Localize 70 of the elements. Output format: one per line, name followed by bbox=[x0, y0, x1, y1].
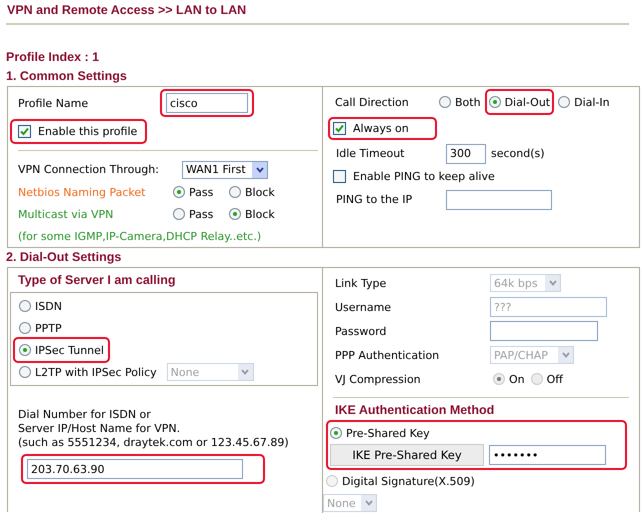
field-label: (such as 5551234, draytek.com or 123.45.67.89) bbox=[18, 436, 290, 450]
field-label: Netbios Naming Packet bbox=[18, 186, 146, 198]
radio-button[interactable] bbox=[488, 96, 501, 108]
radio-button[interactable] bbox=[19, 300, 31, 312]
idle-timeout-field[interactable]: 300 bbox=[446, 144, 486, 164]
field-label: VJ Compression bbox=[335, 372, 422, 386]
checkbox-label: Enable this profile bbox=[38, 124, 138, 138]
checkbox-label: Always on bbox=[353, 122, 409, 134]
radio-button[interactable] bbox=[558, 96, 570, 108]
chevron-down-icon bbox=[548, 280, 556, 286]
radio-button[interactable] bbox=[19, 322, 31, 334]
checkbox[interactable] bbox=[18, 124, 31, 138]
radio-label: Block bbox=[245, 186, 275, 198]
pre-shared-key-field[interactable]: ••••••• bbox=[489, 445, 606, 465]
unit-label: second(s) bbox=[491, 147, 545, 160]
radio-label: ISDN bbox=[35, 300, 62, 312]
group-title: IKE Authentication Method bbox=[334, 402, 496, 419]
field-label: Username bbox=[335, 300, 392, 314]
radio-label: Off bbox=[546, 372, 563, 386]
radio-button[interactable] bbox=[19, 366, 31, 378]
radio-button[interactable] bbox=[326, 475, 338, 487]
field-label: PPP Authentication bbox=[335, 348, 440, 362]
radio-button[interactable] bbox=[229, 208, 241, 220]
checkbox[interactable] bbox=[333, 170, 346, 183]
radio-button[interactable] bbox=[229, 186, 241, 198]
server-address-field[interactable]: 203.70.63.90 bbox=[27, 459, 243, 479]
checkbox-label: Enable PING to keep alive bbox=[353, 170, 495, 183]
radio-label: Digital Signature(X.509) bbox=[342, 474, 475, 488]
ping-ip-field[interactable] bbox=[446, 190, 552, 210]
radio-button[interactable] bbox=[330, 427, 342, 439]
field-label: Password bbox=[335, 324, 388, 338]
field-label: Profile Name bbox=[18, 96, 90, 110]
radio-label: Both bbox=[455, 96, 481, 108]
vpn-connection-select[interactable]: WAN1 First bbox=[182, 160, 268, 178]
radio-label: Dial-Out bbox=[504, 96, 550, 108]
text-field[interactable] bbox=[490, 321, 598, 341]
radio-button[interactable] bbox=[19, 344, 31, 356]
radio-label: Pre-Shared Key bbox=[346, 426, 430, 440]
chevron-down-icon bbox=[562, 352, 570, 358]
radio-label: Pass bbox=[189, 208, 214, 220]
radio-label: Pass bbox=[189, 186, 214, 198]
radio-label: Block bbox=[245, 208, 275, 220]
profile-index: Profile Index : 1 bbox=[6, 49, 100, 66]
chevron-down-icon bbox=[256, 166, 264, 172]
radio-label: Dial-In bbox=[574, 96, 610, 108]
field-label: VPN Connection Through: bbox=[18, 163, 160, 176]
radio-button[interactable] bbox=[173, 186, 185, 198]
chevron-down-icon bbox=[241, 369, 250, 375]
page-title: VPN and Remote Access >> LAN to LAN bbox=[6, 0, 629, 25]
section-title: 1. Common Settings bbox=[6, 68, 128, 85]
field-label: Dial Number for ISDN or bbox=[18, 408, 152, 422]
radio-label: On bbox=[509, 372, 525, 386]
key-button[interactable]: IKE Pre-Shared Key bbox=[330, 444, 484, 466]
note-text: (for some IGMP,IP-Camera,DHCP Relay..etc.) bbox=[18, 230, 262, 242]
chevron-down-icon bbox=[364, 500, 372, 506]
profile-name-field[interactable]: cisco bbox=[166, 93, 248, 113]
radio-label: IPSec Tunnel bbox=[35, 344, 104, 356]
field-label: Call Direction bbox=[335, 96, 410, 108]
field-label: Link Type bbox=[335, 276, 388, 290]
radio-label: PPTP bbox=[35, 322, 62, 334]
radio-label: L2TP with IPSec Policy bbox=[35, 366, 157, 378]
radio-button[interactable] bbox=[439, 96, 451, 108]
field-label: PING to the IP bbox=[336, 193, 414, 206]
group-title: Type of Server I am calling bbox=[17, 272, 176, 289]
radio-button[interactable] bbox=[173, 208, 185, 220]
field-label: Idle Timeout bbox=[336, 147, 406, 160]
section-title: 2. Dial-Out Settings bbox=[6, 249, 122, 266]
field-label: Server IP/Host Name for VPN. bbox=[18, 422, 182, 436]
checkbox[interactable] bbox=[333, 122, 346, 134]
field-label: Multicast via VPN bbox=[18, 208, 114, 220]
